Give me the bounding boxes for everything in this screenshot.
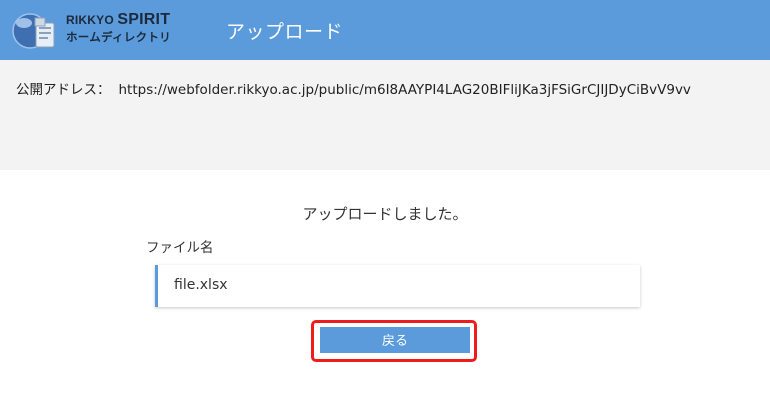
- header-bar: RIKKYO SPIRIT ホームディレクトリ アップロード: [0, 0, 770, 60]
- file-name-value: file.xlsx: [174, 277, 228, 293]
- logo-rikkyo: RIKKYO: [66, 13, 118, 27]
- public-address-panel: 公開アドレス： https://webfolder.rikkyo.ac.jp/pu…: [0, 60, 770, 170]
- upload-complete-message: アップロードしました。: [302, 205, 468, 223]
- logo-text: RIKKYO SPIRIT ホームディレクトリ: [66, 12, 171, 44]
- rikkyo-logo-icon: [12, 13, 55, 49]
- public-address-url[interactable]: https://webfolder.rikkyo.ac.jp/public/m6…: [119, 82, 691, 98]
- page-title: アップロード: [226, 21, 344, 43]
- public-address-label: 公開アドレス：: [16, 82, 111, 98]
- public-address-row: 公開アドレス： https://webfolder.rikkyo.ac.jp/pu…: [16, 78, 691, 98]
- file-name-box: file.xlsx: [155, 265, 640, 307]
- logo-brand: RIKKYO SPIRIT: [66, 12, 171, 28]
- logo-subtitle: ホームディレクトリ: [66, 30, 172, 44]
- file-name-label: ファイル名: [146, 240, 214, 256]
- logo-spirit: SPIRIT: [117, 11, 171, 28]
- back-button[interactable]: 戻る: [320, 327, 470, 353]
